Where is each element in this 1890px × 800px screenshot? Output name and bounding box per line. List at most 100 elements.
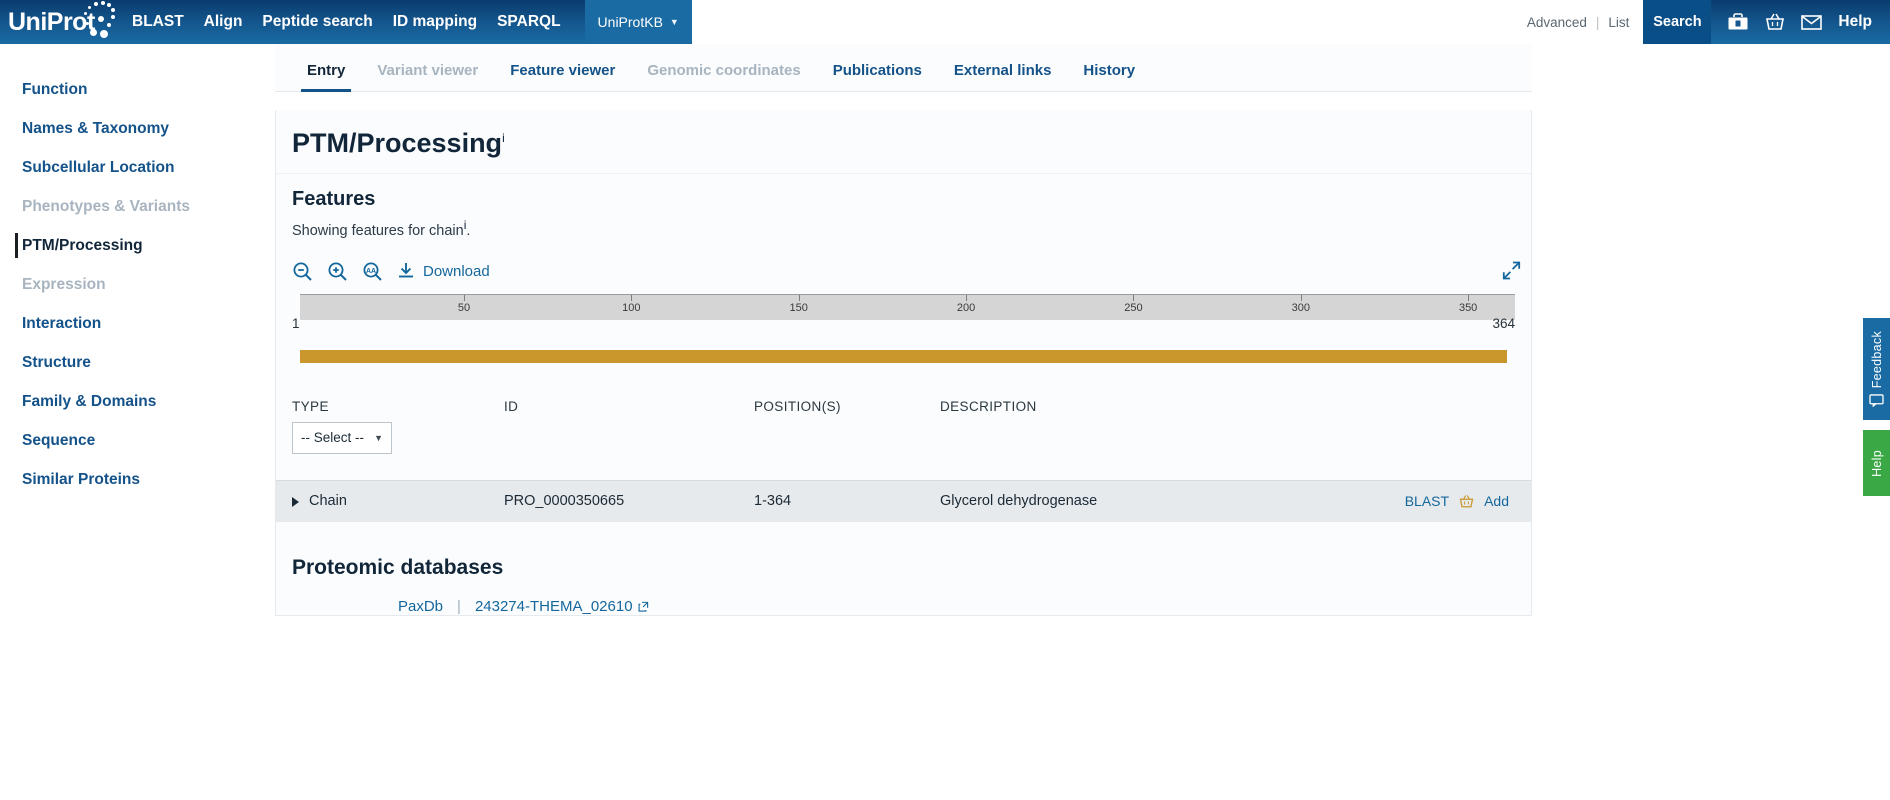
cell-type-text: Chain [309, 493, 347, 510]
ruler-start-label: 1 [292, 315, 300, 331]
sidebar-item-expression: Expression [22, 275, 106, 293]
database-accession-link[interactable]: 243274-THEMA_02610 [475, 598, 649, 615]
knowledgebase-select-value: UniProtKB [597, 14, 663, 30]
cell-id: PRO_0000350665 [504, 493, 625, 510]
sidebar-item-subcellular-location[interactable]: Subcellular Location [0, 148, 275, 187]
nav-item-sparql[interactable]: SPARQL [487, 13, 570, 31]
features-section: Features Showing features for chaini. [276, 174, 1531, 239]
feedback-tab[interactable]: Feedback [1863, 318, 1890, 420]
table-row[interactable]: Chain PRO_0000350665 1-364 Glycerol dehy… [276, 479, 1531, 522]
main-content: Entry Variant viewer Feature viewer Geno… [275, 44, 1890, 800]
feature-viewer-ruler: 50 100 150 200 250 300 350 1 364 [276, 293, 1531, 338]
features-subtitle-period: . [466, 222, 471, 239]
blast-link[interactable]: BLAST [1405, 493, 1449, 509]
svg-text:AA: AA [366, 268, 376, 275]
ruler-tick-label: 300 [1291, 301, 1310, 314]
ruler-end-label: 364 [1492, 315, 1515, 331]
top-header-bar: UniProt BLAST Align Peptide search ID ma… [0, 0, 1890, 44]
sidebar-item-phenotypes-variants: Phenotypes & Variants [22, 197, 190, 215]
tab-history[interactable]: History [1067, 62, 1151, 91]
ruler-tick [464, 294, 465, 301]
list-search-link[interactable]: List [1608, 15, 1629, 30]
tab-entry[interactable]: Entry [291, 62, 361, 92]
basket-icon[interactable] [1459, 494, 1474, 509]
tab-genomic-coordinates: Genomic coordinates [647, 62, 801, 79]
sidebar-item-ptm-processing[interactable]: PTM/Processing [0, 226, 275, 265]
nav-item-blast[interactable]: BLAST [122, 13, 194, 31]
add-to-basket-link[interactable]: Add [1484, 493, 1509, 509]
chevron-down-icon: ▼ [374, 432, 383, 443]
toolbox-icon[interactable] [1727, 12, 1749, 32]
zoom-amino-acid-icon[interactable]: AA [362, 261, 383, 282]
ruler-scale[interactable]: 50 100 150 200 250 300 350 [300, 293, 1515, 320]
search-button[interactable]: Search [1643, 0, 1712, 44]
ruler-tick [1133, 294, 1135, 301]
expand-icon[interactable] [1502, 261, 1521, 285]
column-header-actions [1290, 399, 1515, 414]
cell-description: Glycerol dehydrogenase [940, 493, 1098, 510]
nav-item-peptide-search[interactable]: Peptide search [252, 13, 382, 31]
ruler-tick [966, 294, 968, 301]
entry-tab-bar: Entry Variant viewer Feature viewer Geno… [275, 44, 1532, 92]
database-row: PaxDb | 243274-THEMA_02610 [292, 598, 1515, 615]
sidebar-item-structure[interactable]: Structure [0, 343, 275, 382]
cell-positions: 1-364 [754, 493, 792, 510]
search-area: Advanced | List [691, 0, 1644, 44]
cell-actions: BLAST Add [1290, 493, 1515, 509]
external-link-icon [638, 601, 648, 612]
tab-publications[interactable]: Publications [817, 62, 938, 91]
uniprot-logo[interactable]: UniProt [8, 0, 116, 44]
download-button[interactable]: Download [423, 263, 490, 280]
nav-item-align[interactable]: Align [194, 13, 253, 31]
help-link[interactable]: Help [1838, 13, 1878, 31]
ruler-tick-label: 250 [1124, 301, 1143, 314]
tab-external-links[interactable]: External links [938, 62, 1068, 91]
search-input[interactable] [691, 0, 1527, 44]
entry-sidebar-nav: Function Names & Taxonomy Subcellular Lo… [0, 44, 275, 800]
database-accession-text: 243274-THEMA_02610 [474, 597, 633, 615]
sidebar-item-sequence[interactable]: Sequence [0, 421, 275, 460]
help-tab[interactable]: Help [1863, 430, 1890, 496]
knowledgebase-select[interactable]: UniProtKB ▼ [584, 0, 692, 44]
sidebar-item-similar-proteins[interactable]: Similar Proteins [0, 460, 275, 499]
sidebar-item-names-taxonomy[interactable]: Names & Taxonomy [0, 109, 275, 148]
features-subtitle-text: Showing features for chain [292, 222, 464, 239]
features-table-header: TYPE ID POSITION(S) DESCRIPTION [276, 399, 1531, 414]
envelope-icon[interactable] [1801, 14, 1823, 31]
download-icon[interactable] [397, 262, 415, 281]
features-heading: Features [292, 188, 376, 210]
chain-feature-track[interactable] [300, 349, 1507, 363]
ruler-tick-label: 100 [622, 301, 641, 314]
ruler-tick [1300, 294, 1302, 301]
ruler-tick-label: 150 [789, 301, 808, 314]
sidebar-item-function[interactable]: Function [0, 70, 275, 109]
database-separator: | [457, 597, 461, 615]
ruler-tick-label: 50 [457, 301, 471, 314]
search-options-divider: | [1595, 14, 1600, 30]
proteomic-databases-heading: Proteomic databases [292, 555, 504, 579]
advanced-search-link[interactable]: Advanced [1527, 15, 1587, 30]
zoom-out-icon[interactable] [292, 261, 313, 282]
sidebar-item-interaction[interactable]: Interaction [0, 304, 275, 343]
basket-icon[interactable] [1765, 12, 1785, 32]
type-filter-select[interactable]: -- Select -- ▼ [292, 421, 392, 454]
zoom-in-icon[interactable] [327, 261, 348, 282]
cell-type: Chain [292, 493, 504, 509]
page-title-info-icon[interactable]: i [502, 131, 505, 145]
ruler-tick [631, 294, 633, 301]
sidebar-item-family-domains[interactable]: Family & Domains [0, 382, 275, 421]
database-name-link[interactable]: PaxDb [398, 598, 443, 615]
ptm-processing-card: PTM/Processingi Features Showing feature… [275, 110, 1532, 616]
main-nav: BLAST Align Peptide search ID mapping SP… [122, 13, 571, 31]
ruler-tick-label: 200 [956, 301, 976, 314]
ruler-end-labels: 1 364 [292, 316, 1515, 338]
speech-bubble-icon [1869, 394, 1884, 408]
page-title-text: PTM/Processing [292, 128, 503, 158]
nav-item-id-mapping[interactable]: ID mapping [383, 13, 487, 31]
ruler-tick [798, 294, 800, 301]
tab-feature-viewer[interactable]: Feature viewer [494, 62, 631, 91]
column-header-positions: POSITION(S) [754, 398, 841, 414]
proteomic-databases-section: Proteomic databases PaxDb | 243274-THEMA… [276, 522, 1531, 615]
expand-row-triangle-icon[interactable] [292, 496, 299, 507]
features-subtitle: Showing features for chaini. [292, 218, 1515, 239]
